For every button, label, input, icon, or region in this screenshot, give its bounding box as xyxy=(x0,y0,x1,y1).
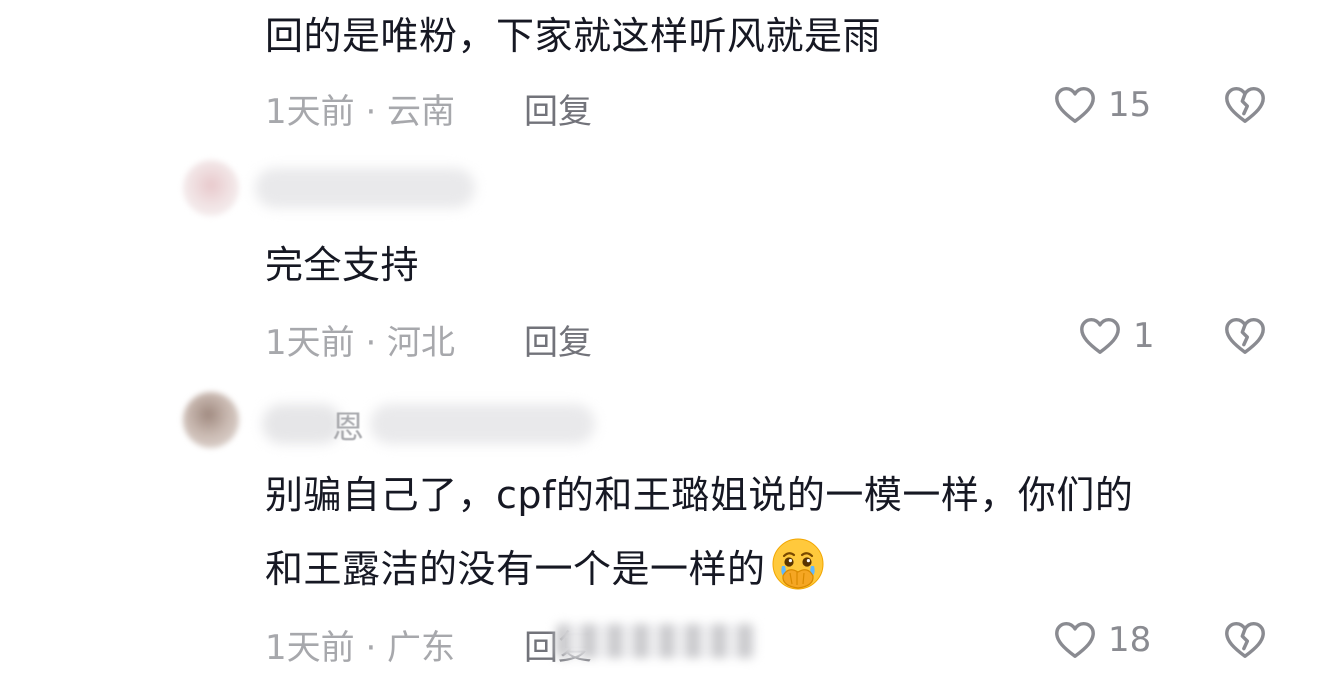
heart-outline-icon xyxy=(1077,313,1123,359)
avatar[interactable] xyxy=(183,160,239,216)
author-name-partial: 恩 xyxy=(332,408,365,446)
watermark-redacted xyxy=(556,624,756,658)
author-name-redacted[interactable] xyxy=(255,168,475,208)
like-count: 15 xyxy=(1108,85,1152,125)
reply-button[interactable]: 回复 xyxy=(524,315,592,364)
comment-meta: 1天前 · 广东 xyxy=(265,628,456,668)
dislike-button[interactable] xyxy=(1222,313,1268,363)
broken-heart-icon xyxy=(1222,621,1268,667)
comment-text-line: 和王露洁的没有一个是一样的 xyxy=(265,532,826,606)
like-button[interactable]: 15 xyxy=(1052,82,1151,128)
like-button[interactable]: 1 xyxy=(1077,313,1155,359)
comment-meta: 1天前 · 河北 xyxy=(265,323,456,363)
like-button[interactable]: 18 xyxy=(1052,617,1151,663)
comment-meta: 1天前 · 云南 xyxy=(265,92,456,132)
comment-text: 完全支持 xyxy=(265,243,420,287)
broken-heart-icon xyxy=(1222,317,1268,363)
author-name-redacted[interactable] xyxy=(262,404,342,444)
comment-text-line: 别骗自己了，cpf的和王璐姐说的一模一样，你们的 xyxy=(265,473,1134,517)
heart-outline-icon xyxy=(1052,617,1098,663)
heart-outline-icon xyxy=(1052,82,1098,128)
author-name-redacted[interactable] xyxy=(370,404,595,444)
avatar[interactable] xyxy=(183,392,239,448)
comment-text: 回的是唯粉，下家就这样听风就是雨 xyxy=(265,14,882,58)
broken-heart-icon xyxy=(1222,86,1268,132)
like-count: 18 xyxy=(1108,620,1152,660)
dislike-button[interactable] xyxy=(1222,82,1268,132)
crying-emoji-icon xyxy=(770,536,826,592)
dislike-button[interactable] xyxy=(1222,617,1268,667)
like-count: 1 xyxy=(1133,316,1155,356)
reply-button[interactable]: 回复 xyxy=(524,84,592,133)
comment-text: 和王露洁的没有一个是一样的 xyxy=(265,547,766,591)
